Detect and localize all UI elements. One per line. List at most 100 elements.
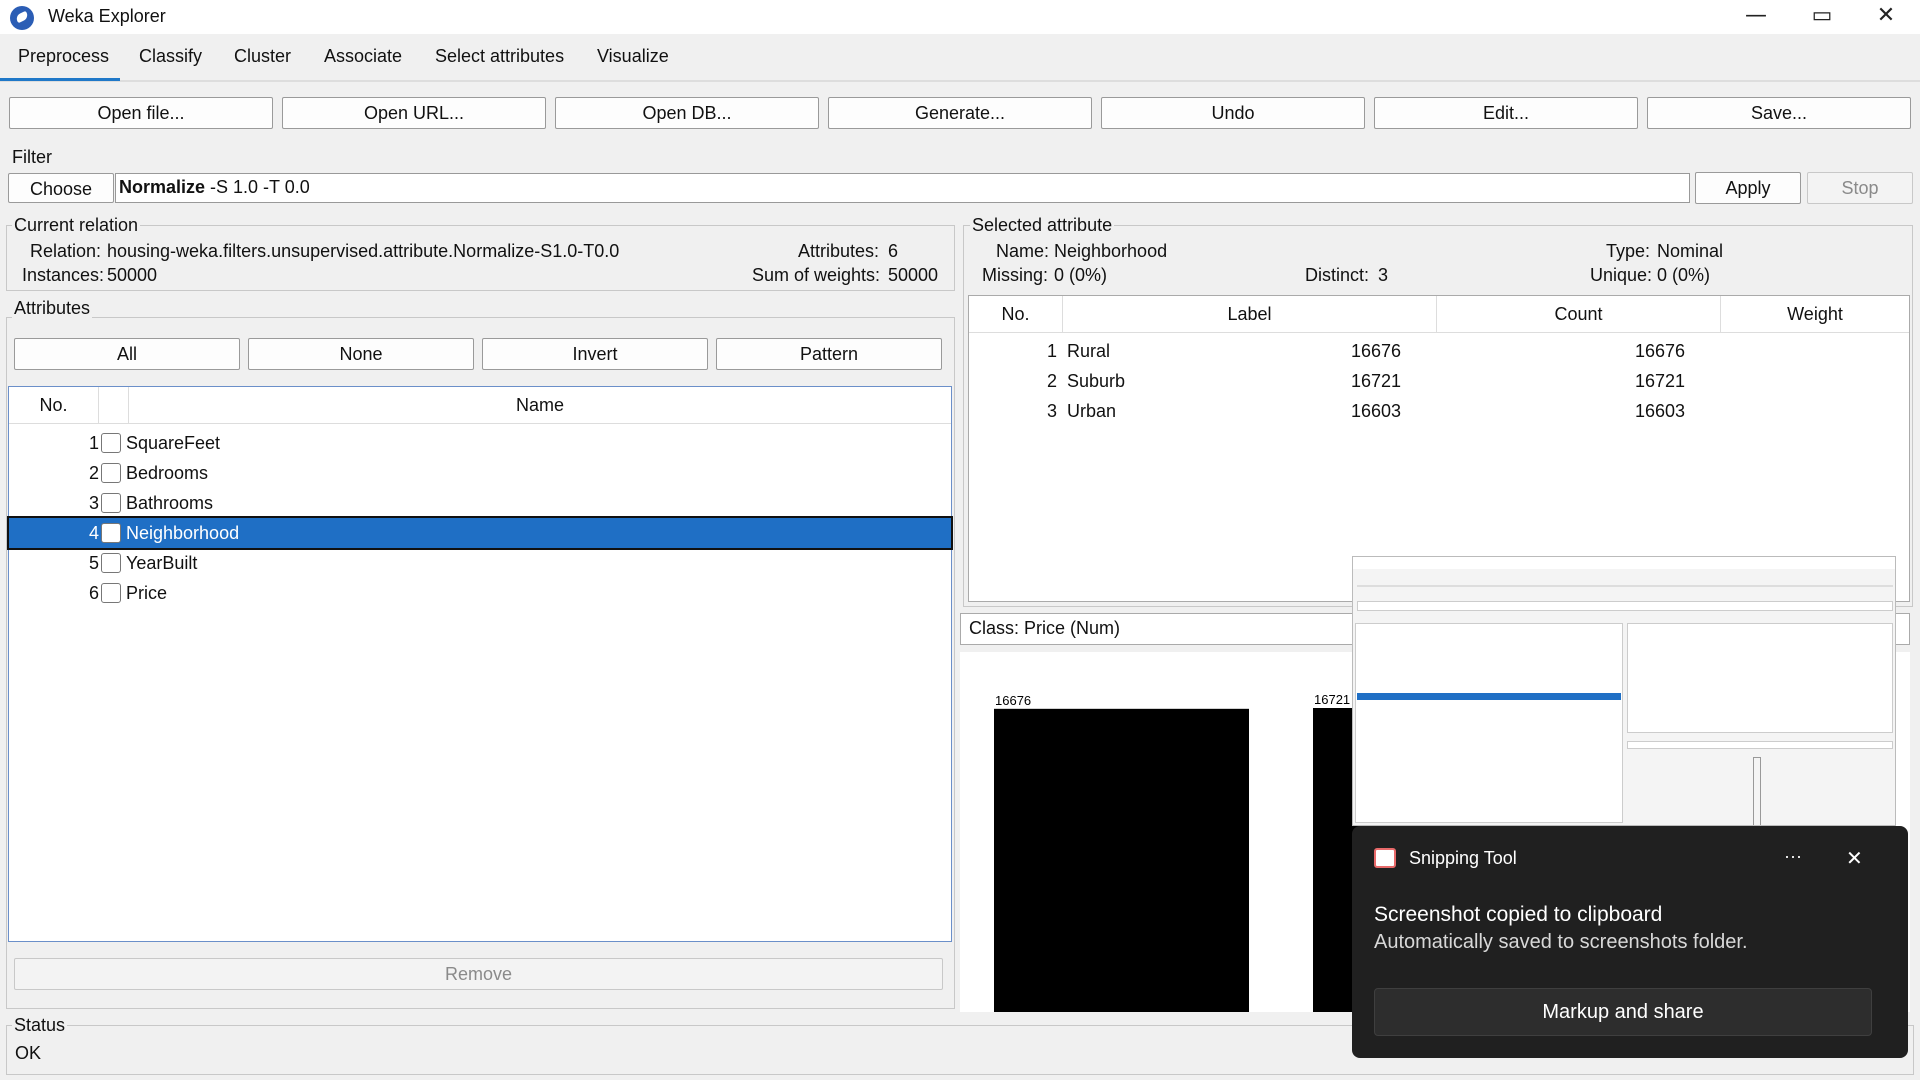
undo-button[interactable]: Undo (1101, 97, 1365, 129)
choose-filter-button[interactable]: Choose (8, 173, 114, 203)
sel-distinct-label: Distinct: (1305, 265, 1370, 285)
label-row-number: 2 (1046, 371, 1057, 391)
close-icon[interactable]: ✕ (1856, 0, 1916, 34)
row-number: 6 (88, 583, 99, 603)
col-name: Name (515, 395, 564, 415)
filter-name: Normalize (119, 177, 206, 197)
tab-select-attributes[interactable]: Select attributes (435, 46, 564, 67)
attributes-label: Attributes (12, 298, 93, 319)
edit-button[interactable]: Edit... (1374, 97, 1638, 129)
filter-label: Filter (12, 147, 52, 167)
attribute-row[interactable]: 1 SquareFeet (9, 428, 951, 458)
thumb-class-select (1627, 741, 1893, 749)
title-bar: Weka Explorer — ▭ ✕ (0, 0, 1920, 34)
label-row-label: Rural (1067, 341, 1111, 361)
col-count: Count (1437, 296, 1721, 332)
row-name: Neighborhood (126, 523, 240, 543)
tab-preprocess[interactable]: Preprocess (18, 46, 109, 67)
relation-value: housing-weka.filters.unsupervised.attrib… (107, 241, 620, 261)
open-file-button[interactable]: Open file... (9, 97, 273, 129)
toast-close-icon[interactable]: ✕ (1846, 846, 1863, 870)
label-row-count: 16603 (1351, 401, 1402, 421)
col-weight: Weight (1787, 304, 1843, 324)
histogram-bar-rural (994, 708, 1249, 1012)
snipping-tool-toast: Snipping Tool ··· ✕ Screenshot copied to… (1352, 826, 1908, 1058)
status-label: Status (12, 1015, 68, 1036)
current-relation-label: Current relation (12, 215, 141, 236)
row-name: SquareFeet (126, 433, 221, 453)
maximize-icon[interactable]: ▭ (1792, 0, 1852, 34)
sel-name-label: Name: (996, 241, 1050, 261)
row-checkbox[interactable] (101, 583, 121, 603)
row-checkbox[interactable] (101, 463, 121, 483)
toast-heading: Screenshot copied to clipboard (1374, 903, 1663, 926)
label-row-count: 16721 (1351, 371, 1402, 391)
sel-unique-label: Unique: (1590, 265, 1653, 285)
label-row[interactable]: 2 Suburb 16721 16721 (969, 368, 1909, 398)
histogram-bar-label: 16721 (1314, 692, 1350, 707)
weka-bird-icon (10, 6, 34, 30)
instances-value: 50000 (107, 265, 158, 285)
sum-of-weights-value: 50000 (888, 265, 939, 285)
col-label: Label (1063, 296, 1437, 332)
selected-attribute-label: Selected attribute (970, 215, 1115, 236)
open-url-button[interactable]: Open URL... (282, 97, 546, 129)
sel-distinct-value: 3 (1378, 265, 1389, 285)
col-no: No. (9, 387, 99, 423)
attribute-row[interactable]: 5 YearBuilt (9, 548, 951, 578)
attribute-row[interactable]: 3 Bathrooms (9, 488, 951, 518)
tab-classify[interactable]: Classify (139, 46, 202, 67)
select-all-button[interactable]: All (14, 338, 240, 370)
minimize-icon[interactable]: — (1726, 0, 1786, 34)
select-none-button[interactable]: None (248, 338, 474, 370)
attributes-count-label: Attributes: (798, 241, 880, 261)
tab-cluster[interactable]: Cluster (234, 46, 291, 67)
thumb-left-panel (1355, 623, 1623, 823)
apply-button[interactable]: Apply (1695, 172, 1801, 204)
label-row-count: 16676 (1351, 341, 1402, 361)
save-button[interactable]: Save... (1647, 97, 1911, 129)
row-checkbox[interactable] (101, 433, 121, 453)
row-name: Bathrooms (126, 493, 214, 513)
screenshot-thumbnail[interactable] (1352, 556, 1896, 826)
invert-selection-button[interactable]: Invert (482, 338, 708, 370)
attribute-row[interactable]: 2 Bedrooms (9, 458, 951, 488)
open-db-button[interactable]: Open DB... (555, 97, 819, 129)
histogram-bar-label: 16676 (995, 693, 1031, 708)
row-number: 2 (88, 463, 99, 483)
tab-visualize[interactable]: Visualize (597, 46, 669, 67)
generate-button[interactable]: Generate... (828, 97, 1092, 129)
row-checkbox[interactable] (101, 523, 121, 543)
row-number: 5 (88, 553, 99, 573)
pattern-button[interactable]: Pattern (716, 338, 942, 370)
status-text: OK (15, 1043, 42, 1063)
snipping-tool-icon (1374, 848, 1396, 868)
instances-label: Instances: (22, 265, 105, 285)
attributes-table: No. Name 1 SquareFeet 2 Bedrooms 3 Bathr… (7, 386, 953, 942)
attribute-row[interactable]: 6 Price (9, 578, 951, 608)
col-no: No. (969, 296, 1063, 332)
sel-type-label: Type: (1606, 241, 1651, 261)
filter-options: -S 1.0 -T 0.0 (205, 177, 310, 197)
sel-missing-label: Missing: (982, 265, 1049, 285)
markup-and-share-button[interactable]: Markup and share (1374, 988, 1872, 1036)
attribute-row-selected[interactable]: 4 Neighborhood (7, 516, 953, 550)
stop-button: Stop (1807, 172, 1913, 204)
thumb-right-panel (1627, 623, 1893, 733)
label-row-label: Urban (1067, 401, 1117, 421)
label-row[interactable]: 1 Rural 16676 16676 (969, 338, 1909, 368)
label-row-weight: 16721 (1635, 371, 1686, 391)
row-checkbox[interactable] (101, 493, 121, 513)
label-row[interactable]: 3 Urban 16603 16603 (969, 398, 1909, 428)
thumb-bar (1753, 757, 1761, 825)
more-options-icon[interactable]: ··· (1784, 846, 1802, 867)
label-row-number: 3 (1046, 401, 1057, 421)
label-row-weight: 16603 (1635, 401, 1686, 421)
sel-missing-value: 0 (0%) (1054, 265, 1108, 285)
label-row-weight: 16676 (1635, 341, 1686, 361)
row-checkbox[interactable] (101, 553, 121, 573)
tab-associate[interactable]: Associate (324, 46, 402, 67)
filter-field[interactable]: Normalize -S 1.0 -T 0.0 (115, 173, 1690, 203)
header-divider (9, 423, 951, 424)
sel-name-value: Neighborhood (1054, 241, 1168, 261)
